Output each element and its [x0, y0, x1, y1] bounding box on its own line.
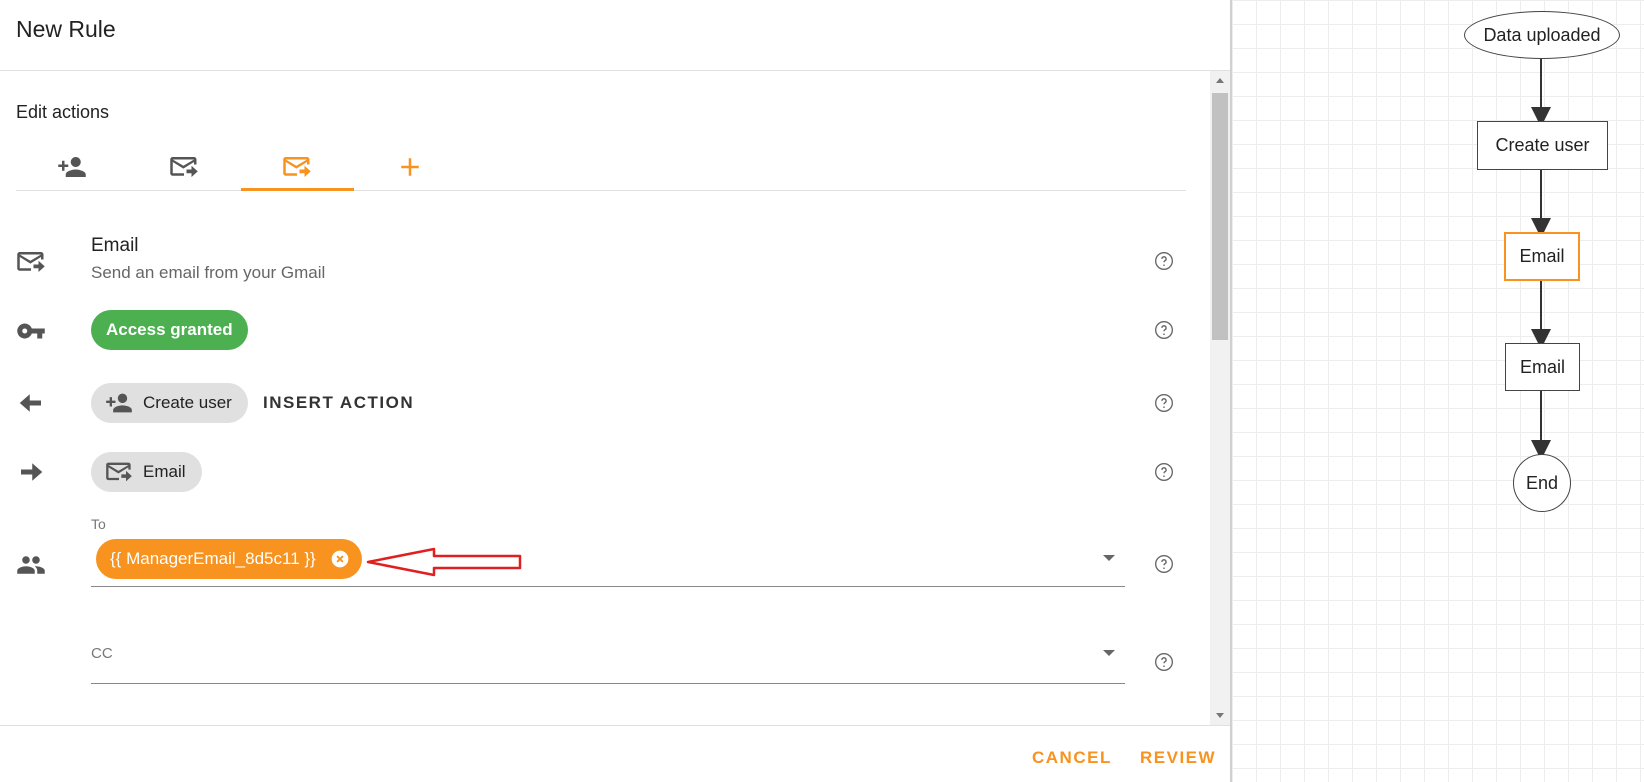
help-icon[interactable]: [1154, 462, 1174, 482]
chevron-down-icon[interactable]: [1100, 552, 1118, 564]
arrow-back-icon: [19, 394, 41, 412]
chip-label: Email: [143, 462, 186, 481]
scrollbar-thumb[interactable]: [1212, 93, 1228, 340]
tab-add-action[interactable]: [354, 143, 466, 191]
people-icon: [17, 556, 45, 574]
tab-create-user[interactable]: [16, 143, 128, 191]
flow-node-email[interactable]: Email: [1505, 343, 1580, 391]
action-tabs: [16, 143, 1186, 263]
tab-email-1[interactable]: [128, 143, 240, 191]
scrollbar[interactable]: [1210, 71, 1230, 725]
page-title: New Rule: [16, 16, 116, 42]
row-icon: [16, 457, 46, 487]
plus-icon: [401, 158, 419, 176]
person-add-icon: [106, 393, 132, 413]
row-icon: [16, 550, 46, 580]
scroll-down-icon[interactable]: [1210, 707, 1230, 725]
remove-chip-icon[interactable]: [330, 549, 350, 569]
action-title: Email: [91, 235, 139, 256]
person-add-icon: [58, 157, 86, 177]
chip-label: {{ ManagerEmail_8d5c11 }}: [110, 549, 316, 568]
chevron-down-icon[interactable]: [1100, 647, 1118, 659]
cancel-button[interactable]: CANCEL: [1032, 748, 1112, 768]
action-subtitle: Send an email from your Gmail: [91, 263, 326, 282]
insert-action-button[interactable]: INSERT ACTION: [263, 393, 414, 413]
flow-node-end[interactable]: End: [1513, 454, 1571, 512]
chip-label: Create user: [143, 393, 232, 412]
app-window: New Rule Edit actions Email Send an emai…: [0, 0, 1644, 782]
active-tab-indicator: [241, 188, 354, 191]
help-icon[interactable]: [1154, 652, 1174, 672]
flow-node-email-active[interactable]: Email: [1504, 232, 1580, 281]
cc-field-label: CC: [91, 645, 113, 662]
dialog-footer: CANCEL REVIEW: [0, 725, 1230, 782]
forward-email-icon: [170, 157, 198, 177]
to-recipient-chip[interactable]: {{ ManagerEmail_8d5c11 }}: [96, 539, 362, 579]
next-action-chip[interactable]: Email: [91, 452, 202, 492]
annotation-arrow-icon: [366, 547, 522, 577]
forward-email-icon: [283, 157, 311, 177]
row-icon: [16, 247, 46, 277]
tabs-divider: [16, 190, 1186, 191]
to-field-label: To: [91, 516, 106, 532]
section-title: Edit actions: [16, 102, 110, 122]
tab-email-2[interactable]: [241, 143, 353, 191]
editor-content: Edit actions Email Send an email from yo…: [0, 71, 1210, 725]
dialog-header: New Rule: [0, 0, 1230, 71]
flow-diagram-panel: Data uploaded Create user Email Email En…: [1232, 0, 1644, 782]
row-icon: [16, 388, 46, 418]
forward-email-icon: [17, 252, 45, 272]
row-icon: [16, 316, 46, 346]
previous-action-chip[interactable]: Create user: [91, 383, 248, 423]
rule-editor-panel: New Rule Edit actions Email Send an emai…: [0, 0, 1230, 782]
key-icon: [17, 323, 45, 339]
help-icon[interactable]: [1154, 393, 1174, 413]
help-icon[interactable]: [1154, 554, 1174, 574]
help-icon[interactable]: [1154, 251, 1174, 271]
forward-email-icon: [106, 462, 132, 482]
arrow-forward-icon: [21, 463, 43, 481]
access-granted-badge: Access granted: [91, 310, 248, 350]
to-field-row: To {{ ManagerEmail_8d5c11 }}: [0, 516, 1200, 616]
review-button[interactable]: REVIEW: [1140, 748, 1216, 768]
cc-field-underline: [91, 683, 1125, 684]
flow-node-create-user[interactable]: Create user: [1477, 121, 1608, 170]
help-icon[interactable]: [1154, 320, 1174, 340]
flow-node-trigger[interactable]: Data uploaded: [1464, 11, 1620, 59]
flow-connectors: [1531, 59, 1551, 460]
to-field-underline: [91, 586, 1125, 587]
scroll-up-icon[interactable]: [1210, 71, 1230, 89]
cc-field-row[interactable]: CC: [0, 636, 1200, 725]
